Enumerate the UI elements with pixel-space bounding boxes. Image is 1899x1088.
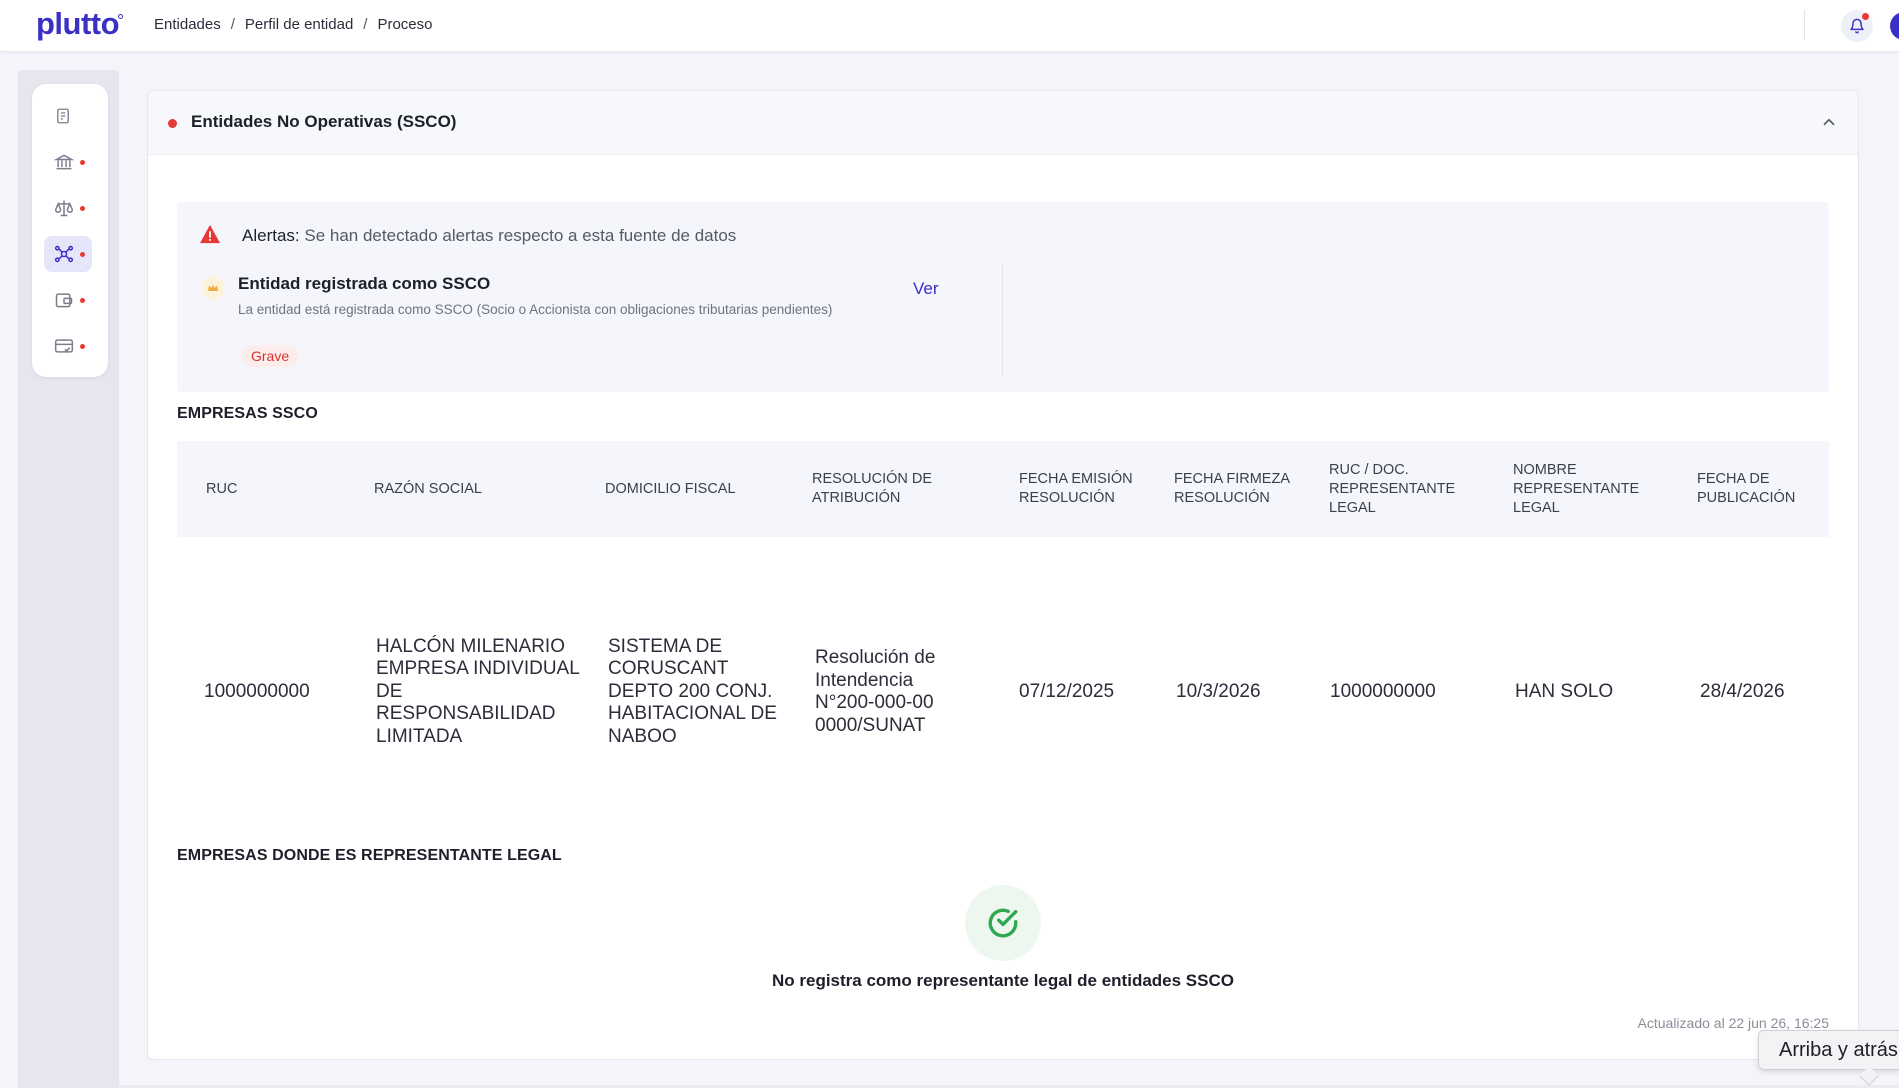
top-bar: plutto Entidades / Perfil de entidad / P… (0, 0, 1899, 52)
chevron-up-icon[interactable] (1820, 113, 1838, 131)
status-dot (168, 119, 177, 128)
document-icon (57, 108, 69, 124)
sidebar-item-card[interactable] (44, 328, 92, 364)
cell-nombre-representante: HAN SOLO (1515, 680, 1614, 702)
alert-item-title: Entidad registrada como SSCO (238, 274, 491, 293)
alert-dot (80, 160, 85, 165)
ssco-section-title: EMPRESAS SSCO (177, 405, 318, 422)
alert-dot (80, 206, 85, 211)
plutto-logo[interactable]: plutto (36, 6, 120, 42)
ver-link[interactable]: Ver (913, 279, 939, 299)
alerts-box: Alertas: Se han detectado alertas respec… (177, 202, 1829, 392)
breadcrumb-proceso: Proceso (377, 16, 433, 33)
warning-icon (200, 224, 220, 244)
breadcrumb: Entidades / Perfil de entidad / Proceso (154, 16, 433, 33)
cell-razon-social: HALCÓN MILENARIO EMPRESA INDIVIDUAL DE R… (376, 635, 580, 747)
updated-timestamp: Actualizado al 22 jun 26, 16:25 (1637, 1015, 1829, 1031)
panel-header[interactable]: Entidades No Operativas (SSCO) (148, 91, 1858, 155)
alert-divider (1002, 264, 1003, 376)
breadcrumb-separator: / (230, 16, 235, 33)
cell-fecha-emision: 07/12/2025 (1019, 680, 1115, 702)
column-header: RESOLUCIÓN DE ATRIBUCIÓN (812, 471, 933, 506)
user-avatar[interactable] (1890, 12, 1899, 40)
cell-domicilio: SISTEMA DE CORUSCANT DEPTO 200 CONJ. HAB… (608, 635, 777, 747)
column-header: RAZÓN SOCIAL (374, 480, 482, 497)
wallet-icon (55, 293, 73, 308)
alerts-text: Se han detectado alertas respecto a esta… (304, 226, 737, 245)
breadcrumb-perfil[interactable]: Perfil de entidad (245, 16, 353, 33)
cell-ruc: 1000000000 (204, 680, 310, 702)
tooltip: Arriba y atrás (1758, 1030, 1899, 1070)
breadcrumb-separator: / (363, 16, 368, 33)
legal-rep-section-title: EMPRESAS DONDE ES REPRESENTANTE LEGAL (177, 847, 562, 864)
alert-item-description: La entidad está registrada como SSCO (So… (238, 302, 833, 317)
cell-fecha-firmeza: 10/3/2026 (1176, 680, 1261, 702)
sidebar-item-network[interactable] (44, 236, 92, 272)
table-row: 1000000000 HALCÓN MILENARIO EMPRESA INDI… (177, 537, 1829, 847)
ssco-table-header: RUC RAZÓN SOCIAL DOMICILIO FISCAL RESOLU… (177, 441, 1829, 537)
empty-state-icon (965, 885, 1041, 961)
check-circle-icon (988, 908, 1018, 938)
column-header: FECHA FIRMEZA RESOLUCIÓN (1174, 471, 1290, 506)
cell-fecha-publicacion: 28/4/2026 (1700, 680, 1785, 702)
sidebar-item-legal[interactable] (44, 190, 92, 226)
notification-badge (1862, 13, 1869, 20)
card-check-icon (54, 339, 74, 353)
crown-icon (208, 284, 218, 291)
column-header: DOMICILIO FISCAL (605, 480, 736, 497)
scales-icon (54, 200, 74, 217)
panel-title: Entidades No Operativas (SSCO) (191, 112, 457, 131)
column-header: NOMBRE REPRESENTANTE LEGAL (1513, 461, 1640, 516)
sidebar-item-wallet[interactable] (44, 282, 92, 318)
logo-accent (118, 14, 123, 19)
breadcrumb-entidades[interactable]: Entidades (154, 16, 221, 33)
column-header: FECHA EMISIÓN RESOLUCIÓN (1019, 471, 1133, 506)
alert-dot (80, 252, 85, 257)
severity-badge: Grave (241, 345, 300, 367)
column-header: RUC (206, 480, 238, 497)
sidebar-nav (32, 84, 108, 377)
ssco-panel: Entidades No Operativas (SSCO) Alertas: … (147, 90, 1859, 1060)
sidebar-item-document[interactable] (44, 98, 92, 134)
alert-item-icon (201, 276, 225, 300)
cell-ruc-representante: 1000000000 (1330, 680, 1436, 702)
alerts-message: Alertas: Se han detectado alertas respec… (242, 226, 736, 246)
topbar-divider (1804, 10, 1805, 40)
alerts-label: Alertas: (242, 226, 300, 245)
bell-icon (1850, 18, 1864, 34)
sidebar-item-bank[interactable] (44, 144, 92, 180)
alert-dot (80, 344, 85, 349)
empty-state-message: No registra como representante legal de … (772, 971, 1234, 990)
network-icon (54, 245, 74, 263)
cell-resolucion: Resolución de Intendencia N°200-000-00 0… (815, 647, 936, 736)
bank-icon (54, 154, 74, 170)
column-header: FECHA DE PUBLICACIÓN (1697, 471, 1796, 506)
alert-dot (80, 298, 85, 303)
column-header: RUC / DOC. REPRESENTANTE LEGAL (1329, 461, 1456, 516)
